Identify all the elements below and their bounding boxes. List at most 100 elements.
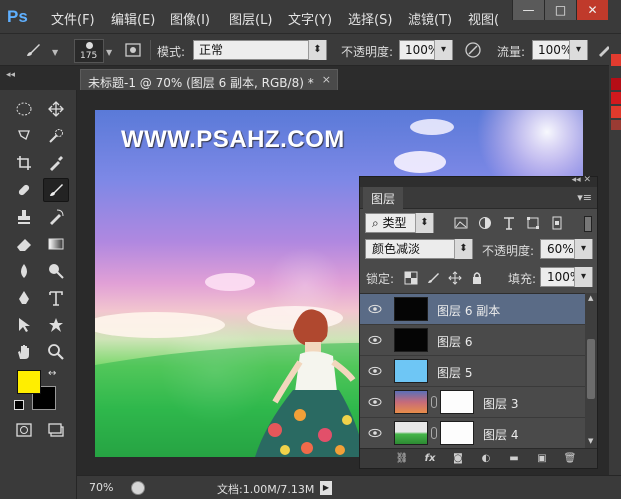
layer-mask-thumbnail[interactable] bbox=[440, 421, 474, 445]
screen-mode-icon[interactable] bbox=[43, 418, 69, 442]
zoom-tool-icon[interactable] bbox=[43, 340, 69, 364]
adjustment-filter-icon[interactable] bbox=[478, 216, 492, 230]
shape-filter-icon[interactable] bbox=[526, 216, 540, 230]
healing-brush-tool-icon[interactable] bbox=[11, 178, 37, 202]
swap-colors-icon[interactable]: ↔ bbox=[48, 368, 56, 379]
close-tab-icon[interactable]: × bbox=[322, 73, 331, 86]
menu-image[interactable]: 图像(I) bbox=[170, 9, 210, 28]
layer-name[interactable]: 图层 4 bbox=[483, 426, 518, 443]
layer-row[interactable]: 图层 4 bbox=[360, 418, 585, 448]
blend-mode-select[interactable]: 颜色减淡 ⬍ bbox=[365, 239, 473, 259]
menu-file[interactable]: 文件(F) bbox=[51, 9, 95, 28]
new-layer-icon[interactable]: ▣ bbox=[535, 452, 549, 466]
tool-preset-dropdown-icon[interactable]: ▼ bbox=[52, 48, 58, 57]
filter-type-select[interactable]: ⌕ 类型 ⬍ bbox=[365, 213, 434, 233]
lock-position-icon[interactable] bbox=[448, 271, 462, 285]
visibility-eye-icon[interactable] bbox=[368, 396, 382, 408]
mask-link-icon[interactable] bbox=[431, 427, 437, 439]
link-icon[interactable]: ⛓ bbox=[395, 452, 409, 466]
eyedropper-tool-icon[interactable] bbox=[43, 151, 69, 175]
eraser-tool-icon[interactable] bbox=[11, 232, 37, 256]
layer-row[interactable]: 图层 6 bbox=[360, 325, 585, 356]
layer-name[interactable]: 图层 3 bbox=[483, 395, 518, 412]
trash-icon[interactable]: 🗑 bbox=[563, 452, 577, 466]
visibility-eye-icon[interactable] bbox=[368, 334, 382, 346]
blur-tool-icon[interactable] bbox=[11, 259, 37, 283]
brush-tool-icon[interactable] bbox=[43, 178, 69, 202]
hand-tool-icon[interactable] bbox=[11, 340, 37, 364]
type-tool-icon[interactable] bbox=[43, 286, 69, 310]
fill-input[interactable]: 100% ▾ bbox=[540, 267, 593, 287]
layer-row[interactable]: 图层 6 副本 bbox=[360, 294, 585, 325]
adjustment-icon[interactable]: ◐ bbox=[479, 452, 493, 466]
move-tool-icon[interactable] bbox=[43, 97, 69, 121]
opacity-input[interactable]: 100% ▾ bbox=[399, 40, 453, 60]
menu-type[interactable]: 文字(Y) bbox=[288, 9, 332, 28]
menu-filter[interactable]: 滤镜(T) bbox=[408, 9, 452, 28]
visibility-eye-icon[interactable] bbox=[368, 303, 382, 315]
swatch[interactable] bbox=[611, 120, 621, 130]
custom-shape-tool-icon[interactable] bbox=[43, 313, 69, 337]
tab-layers[interactable]: 图层 bbox=[363, 187, 404, 209]
menu-select[interactable]: 选择(S) bbox=[348, 9, 392, 28]
pen-tool-icon[interactable] bbox=[11, 286, 37, 310]
swatch[interactable] bbox=[611, 92, 621, 104]
brush-panel-toggle-icon[interactable] bbox=[120, 38, 146, 62]
layer-row[interactable]: 图层 5 bbox=[360, 356, 585, 387]
visibility-eye-icon[interactable] bbox=[368, 427, 382, 439]
pressure-opacity-icon[interactable] bbox=[460, 38, 486, 62]
lock-pixels-icon[interactable] bbox=[426, 271, 440, 285]
fx-icon[interactable]: fx bbox=[423, 452, 437, 466]
document-tab[interactable]: 未标题-1 @ 70% (图层 6 副本, RGB/8) * × bbox=[80, 69, 338, 90]
lasso-tool-icon[interactable] bbox=[11, 124, 37, 148]
clone-stamp-tool-icon[interactable] bbox=[11, 205, 37, 229]
image-filter-icon[interactable] bbox=[454, 216, 468, 230]
swatch[interactable] bbox=[611, 78, 621, 90]
crop-tool-icon[interactable] bbox=[11, 151, 37, 175]
scroll-down-icon[interactable]: ▼ bbox=[588, 437, 593, 445]
collapse-close-icon[interactable]: ◂◂ ✕ bbox=[572, 175, 591, 185]
collapse-panel-icon[interactable]: ◂◂ bbox=[6, 70, 15, 80]
swatch[interactable] bbox=[611, 106, 621, 118]
layer-name[interactable]: 图层 5 bbox=[437, 364, 472, 381]
close-button[interactable]: ✕ bbox=[576, 0, 608, 20]
zoom-level-field[interactable]: 70% bbox=[89, 481, 113, 494]
type-filter-icon[interactable] bbox=[502, 216, 516, 230]
quick-selection-tool-icon[interactable] bbox=[43, 124, 69, 148]
maximize-button[interactable]: □ bbox=[544, 0, 576, 20]
scroll-up-icon[interactable]: ▲ bbox=[588, 294, 593, 302]
layer-mask-thumbnail[interactable] bbox=[440, 390, 474, 414]
brush-tool-preset-icon[interactable] bbox=[20, 38, 46, 62]
history-brush-tool-icon[interactable] bbox=[43, 205, 69, 229]
quick-mask-icon[interactable] bbox=[11, 418, 37, 442]
document-status-icon[interactable] bbox=[131, 481, 145, 495]
gradient-tool-icon[interactable] bbox=[43, 232, 69, 256]
filter-toggle-switch[interactable] bbox=[584, 216, 592, 232]
lock-transparency-icon[interactable] bbox=[404, 271, 418, 285]
default-colors-icon[interactable] bbox=[14, 400, 24, 410]
smart-object-filter-icon[interactable] bbox=[550, 216, 564, 230]
layer-name[interactable]: 图层 6 副本 bbox=[437, 302, 500, 319]
marquee-tool-icon[interactable] bbox=[11, 97, 37, 121]
add-mask-icon[interactable]: ◙ bbox=[451, 452, 465, 466]
mask-link-icon[interactable] bbox=[431, 396, 437, 408]
menu-edit[interactable]: 编辑(E) bbox=[111, 9, 155, 28]
lock-all-icon[interactable] bbox=[470, 271, 484, 285]
menu-view[interactable]: 视图( bbox=[468, 9, 499, 28]
menu-layer[interactable]: 图层(L) bbox=[229, 9, 272, 28]
minimize-button[interactable]: — bbox=[512, 0, 544, 20]
path-selection-tool-icon[interactable] bbox=[11, 313, 37, 337]
layer-row[interactable]: 图层 3 bbox=[360, 387, 585, 418]
brush-picker[interactable]: 175 bbox=[74, 39, 104, 63]
brush-picker-dropdown-icon[interactable]: ▼ bbox=[106, 48, 112, 57]
group-folder-icon[interactable]: ▬ bbox=[507, 452, 521, 466]
swatch[interactable] bbox=[611, 54, 621, 66]
flow-input[interactable]: 100% ▾ bbox=[532, 40, 588, 60]
visibility-eye-icon[interactable] bbox=[368, 365, 382, 377]
layer-list-scrollbar[interactable]: ▲ ▼ bbox=[585, 293, 597, 448]
dodge-tool-icon[interactable] bbox=[43, 259, 69, 283]
panel-menu-icon[interactable]: ▾≡ bbox=[577, 191, 592, 204]
layer-opacity-input[interactable]: 60% ▾ bbox=[540, 239, 593, 259]
layer-name[interactable]: 图层 6 bbox=[437, 333, 472, 350]
scrollbar-thumb[interactable] bbox=[587, 339, 595, 399]
